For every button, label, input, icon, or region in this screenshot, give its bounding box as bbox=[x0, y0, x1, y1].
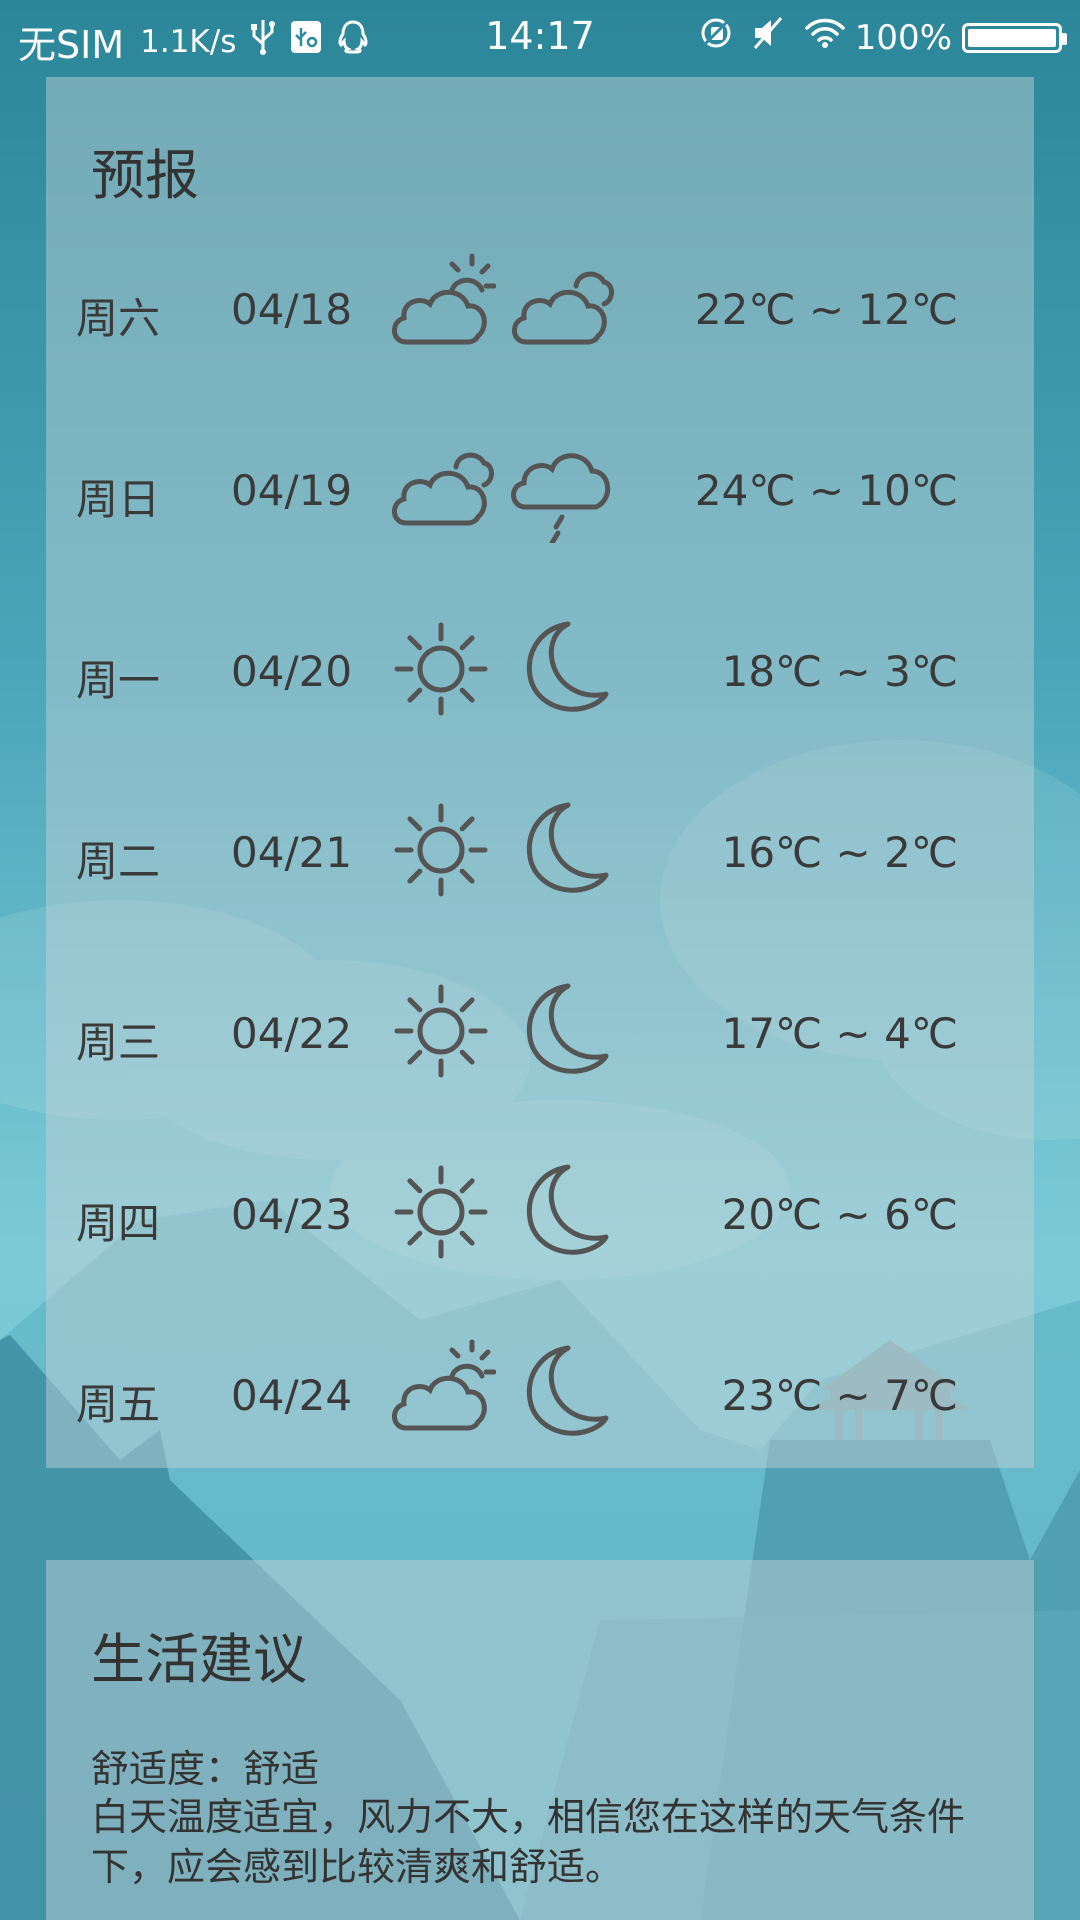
forecast-day: 周三 bbox=[76, 1018, 161, 1067]
forecast-day: 周日 bbox=[76, 475, 161, 524]
sunny-icon bbox=[386, 795, 496, 905]
forecast-card: 预报 周六 04/18 22℃ ~ 12℃ 周日 04/19 24℃ ~ 10℃… bbox=[46, 77, 1034, 1468]
forecast-row: 周日 04/19 24℃ ~ 10℃ bbox=[46, 423, 1034, 553]
comfort-index: 舒适度：舒适 bbox=[91, 1747, 320, 1791]
battery-percent: 100% bbox=[854, 17, 952, 58]
sunny-icon bbox=[386, 614, 496, 724]
forecast-date: 04/24 bbox=[231, 1371, 353, 1420]
battery-icon bbox=[962, 22, 1067, 53]
forecast-temperature-range: 23℃ ~ 7℃ bbox=[721, 1371, 958, 1420]
rotation-lock-icon bbox=[699, 16, 733, 59]
forecast-day: 周一 bbox=[76, 656, 161, 705]
forecast-temperature-range: 18℃ ~ 3℃ bbox=[721, 647, 958, 696]
clear-night-icon bbox=[506, 795, 616, 905]
forecast-date: 04/19 bbox=[231, 466, 353, 515]
mute-icon bbox=[751, 16, 785, 59]
forecast-temperature-range: 17℃ ~ 4℃ bbox=[721, 1009, 958, 1058]
sunny-icon bbox=[386, 976, 496, 1086]
forecast-row: 周二 04/21 16℃ ~ 2℃ bbox=[46, 785, 1034, 915]
cloudy-icon bbox=[506, 252, 616, 362]
clear-night-icon bbox=[506, 614, 616, 724]
forecast-temperature-range: 16℃ ~ 2℃ bbox=[721, 828, 958, 877]
life-suggestion-card: 生活建议 舒适度：舒适 白天温度适宜，风力不大，相信您在这样的天气条件下，应会感… bbox=[46, 1560, 1034, 1920]
forecast-row: 周三 04/22 17℃ ~ 4℃ bbox=[46, 966, 1034, 1096]
forecast-row: 周六 04/18 22℃ ~ 12℃ bbox=[46, 242, 1034, 372]
forecast-date: 04/22 bbox=[231, 1009, 353, 1058]
forecast-title: 预报 bbox=[91, 144, 199, 207]
forecast-row: 周一 04/20 18℃ ~ 3℃ bbox=[46, 604, 1034, 734]
status-bar: 无SIM 1.1K/s 14:17 100% bbox=[0, 0, 1080, 76]
partly-cloudy-icon bbox=[386, 252, 497, 362]
clear-night-icon bbox=[506, 976, 616, 1086]
forecast-day: 周四 bbox=[76, 1199, 161, 1248]
forecast-date: 04/23 bbox=[231, 1190, 353, 1239]
cloudy-icon bbox=[386, 433, 496, 543]
forecast-row: 周五 04/24 23℃ ~ 7℃ bbox=[46, 1328, 1034, 1458]
forecast-row: 周四 04/23 20℃ ~ 6℃ bbox=[46, 1147, 1034, 1277]
forecast-temperature-range: 22℃ ~ 12℃ bbox=[694, 285, 958, 334]
wifi-icon bbox=[803, 16, 847, 59]
forecast-day: 周二 bbox=[76, 837, 161, 886]
forecast-temperature-range: 20℃ ~ 6℃ bbox=[721, 1190, 958, 1239]
forecast-date: 04/20 bbox=[231, 647, 353, 696]
forecast-day: 周六 bbox=[76, 294, 161, 343]
partly-cloudy-icon bbox=[386, 1338, 497, 1448]
light-rain-icon bbox=[506, 433, 616, 546]
forecast-date: 04/21 bbox=[231, 828, 353, 877]
forecast-temperature-range: 24℃ ~ 10℃ bbox=[694, 466, 958, 515]
sunny-icon bbox=[386, 1157, 496, 1267]
forecast-date: 04/18 bbox=[231, 285, 353, 334]
life-title: 生活建议 bbox=[91, 1628, 307, 1691]
clear-night-icon bbox=[506, 1338, 616, 1448]
clear-night-icon bbox=[506, 1157, 616, 1267]
forecast-day: 周五 bbox=[76, 1380, 161, 1429]
comfort-description: 白天温度适宜，风力不大，相信您在这样的天气条件下，应会感到比较清爽和舒适。 bbox=[91, 1795, 966, 1889]
